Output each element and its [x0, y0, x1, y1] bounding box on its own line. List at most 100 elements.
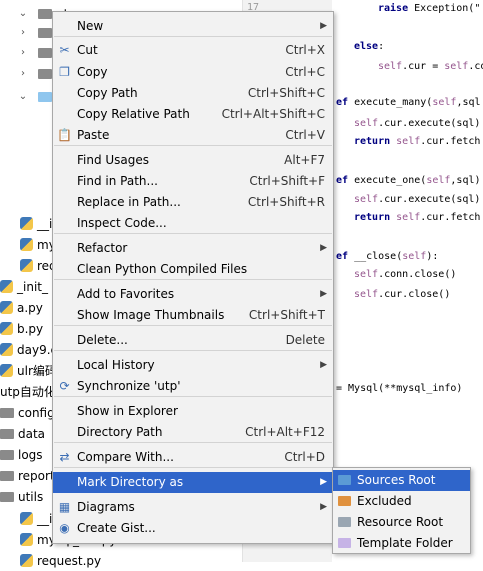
- code-token: ,sql: [456, 97, 481, 108]
- tree-item[interactable]: report: [0, 466, 55, 486]
- menu-item-shortcut: Ctrl+Shift+T: [248, 308, 325, 322]
- tree-item[interactable]: my: [20, 235, 56, 255]
- tree-item[interactable]: data: [0, 424, 45, 444]
- menu-item-label: Add to Favorites: [77, 287, 175, 301]
- folder-icon: [38, 28, 52, 38]
- menu-item-refactor[interactable]: Refactor ▶: [53, 238, 333, 259]
- tree-item-label: _init_: [17, 280, 48, 294]
- tree-item[interactable]: request.py: [20, 551, 101, 571]
- menu-item-diagrams[interactable]: ▦ Diagrams ▶: [53, 497, 333, 518]
- submenu-item-sources-root[interactable]: Sources Root: [333, 470, 470, 491]
- menu-item-create-gist[interactable]: ◉ Create Gist...: [53, 518, 333, 539]
- code-token: .conn.close(): [378, 269, 457, 280]
- tree-item[interactable]: __i: [20, 214, 52, 234]
- menu-item-cut[interactable]: ✂ Cut Ctrl+X: [53, 40, 333, 61]
- menu-item-label: Create Gist...: [77, 521, 156, 535]
- code-token: else: [354, 41, 379, 52]
- menu-item-paste[interactable]: 📋 Paste Ctrl+V: [53, 125, 333, 146]
- tree-item-label: request.py: [37, 554, 102, 568]
- code-token: return: [354, 212, 397, 223]
- code-token: raise: [378, 3, 415, 14]
- menu-item-synchronize-utp[interactable]: ⟳ Synchronize 'utp': [53, 376, 333, 397]
- tree-item[interactable]: day9.e: [0, 340, 58, 360]
- code-token: :: [378, 41, 385, 52]
- paste-icon: 📋: [57, 128, 72, 142]
- code-token: ef: [336, 175, 355, 186]
- menu-item-find-in-path[interactable]: Find in Path... Ctrl+Shift+F: [53, 171, 333, 192]
- code-token: .cur =: [402, 61, 445, 72]
- menu-item-copy-path[interactable]: Copy Path Ctrl+Shift+C: [53, 83, 333, 104]
- chevron-right-icon[interactable]: ›: [18, 43, 28, 63]
- menu-item-shortcut: Ctrl+X: [285, 43, 325, 57]
- chevron-right-icon[interactable]: ›: [18, 23, 28, 43]
- tree-item[interactable]: a.py: [0, 298, 43, 318]
- folder-icon: [38, 9, 52, 19]
- code-token: .cur.execute(sql): [378, 118, 481, 129]
- menu-item-copy[interactable]: ❐ Copy Ctrl+C: [53, 62, 333, 83]
- tree-item[interactable]: _init_: [0, 277, 48, 297]
- submenu-item-template-folder[interactable]: Template Folder: [333, 533, 470, 554]
- menu-item-shortcut: Alt+F7: [284, 153, 325, 167]
- menu-item-delete[interactable]: Delete... Delete: [53, 330, 333, 351]
- code-token: self: [396, 136, 421, 147]
- menu-item-replace-in-path[interactable]: Replace in Path... Ctrl+Shift+R: [53, 192, 333, 213]
- python-file-icon: [0, 322, 13, 335]
- folder-icon: [0, 492, 14, 502]
- submenu-item-excluded[interactable]: Excluded: [333, 491, 470, 512]
- folder-icon: [338, 538, 351, 548]
- submenu-item-label: Excluded: [357, 494, 412, 508]
- tree-item[interactable]: __i: [20, 509, 52, 529]
- folder-icon: [0, 429, 14, 439]
- tree-item[interactable]: b.py: [0, 319, 43, 339]
- menu-item-clean-python-compiled-files[interactable]: Clean Python Compiled Files: [53, 259, 333, 280]
- tree-item[interactable]: config: [0, 403, 55, 423]
- code-line: return self.cur.fetch: [354, 211, 480, 225]
- menu-item-find-usages[interactable]: Find Usages Alt+F7: [53, 150, 333, 171]
- python-file-icon: [20, 533, 33, 546]
- chevron-down-icon[interactable]: ⌄: [18, 4, 28, 24]
- chevron-right-icon[interactable]: ›: [18, 64, 28, 84]
- menu-item-copy-relative-path[interactable]: Copy Relative Path Ctrl+Alt+Shift+C: [53, 104, 333, 125]
- menu-item-local-history[interactable]: Local History ▶: [53, 355, 333, 376]
- scissors-icon: ✂: [59, 43, 70, 57]
- submenu-item-label: Resource Root: [357, 515, 444, 529]
- submenu-item-resource-root[interactable]: Resource Root: [333, 512, 470, 533]
- code-line: ef __close(self):: [336, 250, 438, 264]
- code-token: self: [402, 251, 427, 262]
- tree-item-label: utp自动化: [0, 385, 56, 399]
- tree-item[interactable]: logs: [0, 445, 43, 465]
- chevron-down-icon[interactable]: ⌄: [18, 87, 28, 107]
- submenu-arrow-icon: ▶: [320, 360, 327, 370]
- menu-item-label: Delete...: [77, 333, 128, 347]
- code-line: ef execute_many(self,sql: [336, 96, 481, 110]
- menu-item-new[interactable]: New ▶: [53, 16, 333, 37]
- menu-item-label: Refactor: [77, 241, 128, 255]
- menu-item-mark-directory-as[interactable]: Mark Directory as ▶: [53, 472, 333, 493]
- python-file-icon: [20, 259, 33, 272]
- code-token: .cur.fetch: [420, 136, 481, 147]
- submenu-arrow-icon: ▶: [320, 21, 327, 31]
- menu-item-label: Compare With...: [77, 450, 174, 464]
- tree-item[interactable]: utils: [0, 487, 43, 507]
- menu-item-label: Copy Relative Path: [77, 107, 190, 121]
- python-file-icon: [0, 364, 13, 377]
- tree-item-label: ulr编码: [17, 364, 57, 378]
- menu-item-show-in-explorer[interactable]: Show in Explorer: [53, 401, 333, 422]
- menu-item-directory-path[interactable]: Directory Path Ctrl+Alt+F12: [53, 422, 333, 443]
- menu-item-add-to-favorites[interactable]: Add to Favorites ▶: [53, 284, 333, 305]
- tree-item[interactable]: ulr编码: [0, 361, 57, 381]
- submenu-arrow-icon: ▶: [320, 289, 327, 299]
- tree-item-label: b.py: [17, 322, 44, 336]
- tree-item[interactable]: utp自动化: [0, 382, 56, 402]
- menu-item-inspect-code[interactable]: Inspect Code...: [53, 213, 333, 234]
- code-token: self: [426, 175, 451, 186]
- code-token: self: [354, 269, 379, 280]
- code-token: self: [354, 289, 379, 300]
- folder-icon: [338, 475, 351, 485]
- menu-item-show-image-thumbnails[interactable]: Show Image Thumbnails Ctrl+Shift+T: [53, 305, 333, 326]
- python-file-icon: [0, 343, 13, 356]
- code-line: self.cur.execute(sql): [354, 193, 480, 207]
- menu-item-compare-with[interactable]: ⇄ Compare With... Ctrl+D: [53, 447, 333, 468]
- code-token: self: [354, 194, 379, 205]
- code-token: execute_many(: [354, 97, 433, 108]
